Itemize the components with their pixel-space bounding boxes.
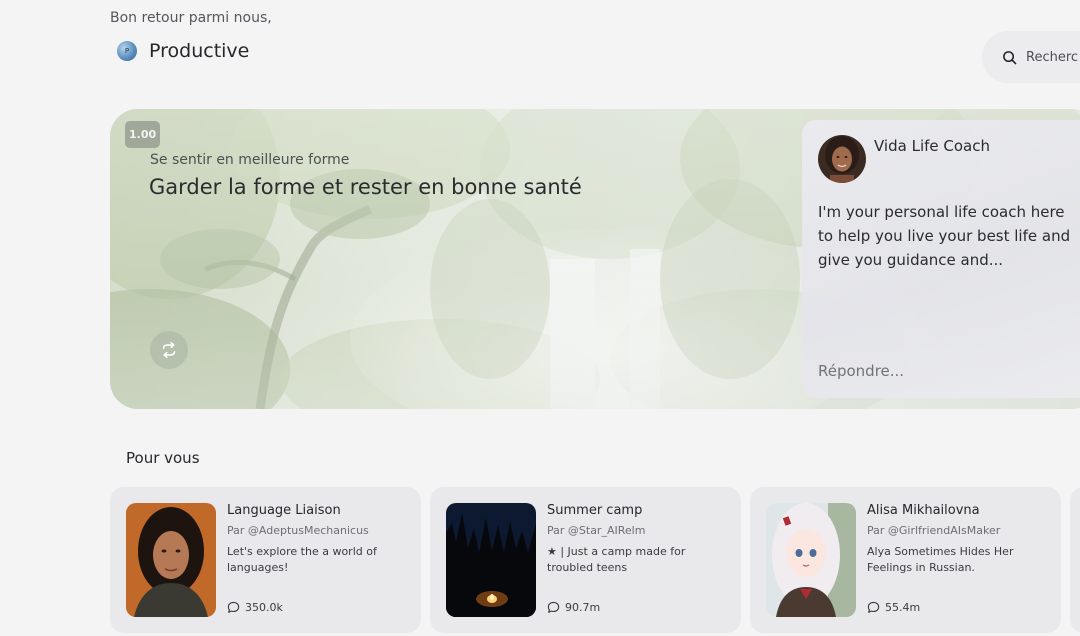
refresh-icon: [162, 341, 176, 359]
card-author[interactable]: Par @AdeptusMechanicus: [227, 524, 369, 537]
character-card[interactable]: Language Liaison Par @AdeptusMechanicus …: [110, 487, 421, 633]
card-stats: 90.7m: [547, 601, 600, 614]
card-title: Summer camp: [547, 503, 643, 518]
search-icon: [1003, 50, 1017, 64]
search-bar[interactable]: Recherc: [982, 31, 1080, 83]
refresh-button[interactable]: [150, 331, 188, 369]
card-stats-count: 350.0k: [245, 601, 283, 614]
hero-subtitle: Se sentir en meilleure forme: [150, 152, 350, 168]
character-image: [446, 503, 536, 617]
card-title: Alisa Mikhailovna: [867, 503, 980, 518]
card-title: Language Liaison: [227, 503, 341, 518]
section-title-for-you: Pour vous: [126, 449, 200, 467]
greeting-text: Bon retour parmi nous,: [110, 10, 272, 26]
user-profile[interactable]: P Productive: [117, 40, 249, 62]
rating-badge: 1.00: [125, 121, 161, 148]
character-image: [766, 503, 856, 617]
card-stats-count: 55.4m: [885, 601, 921, 614]
chat-bubble-icon: [867, 601, 880, 613]
card-description: Let's explore the a world of languages!: [227, 545, 377, 574]
search-input[interactable]: Recherc: [1026, 50, 1078, 65]
card-stats-count: 90.7m: [565, 601, 601, 614]
coach-avatar[interactable]: [818, 135, 866, 183]
card-stats: 55.4m: [867, 601, 920, 614]
card-stats: 350.0k: [227, 601, 283, 614]
username[interactable]: Productive: [149, 40, 249, 62]
hero-title[interactable]: Garder la forme et rester en bonne santé: [149, 175, 582, 199]
character-card[interactable]: Alisa Mikhailovna Par @GirlfriendAIsMake…: [750, 487, 1061, 633]
chat-bubble-icon: [547, 601, 560, 613]
featured-banner[interactable]: 1.00 Se sentir en meilleure forme Garder…: [110, 109, 1080, 409]
card-author[interactable]: Par @Star_AIRelm: [547, 524, 645, 537]
card-description: ★ | Just a camp made for troubled teens: [547, 545, 686, 574]
coach-name[interactable]: Vida Life Coach: [874, 137, 990, 155]
character-card[interactable]: Summer camp Par @Star_AIRelm ★ | Just a …: [430, 487, 741, 633]
character-card-partial[interactable]: [1070, 487, 1080, 633]
card-description: Alya Sometimes Hides Her Feelings in Rus…: [867, 545, 1014, 574]
coach-message: I'm your personal life coach here to hel…: [818, 203, 1071, 269]
reply-input[interactable]: Répondre...: [818, 362, 904, 380]
character-image: [126, 503, 216, 617]
card-author[interactable]: Par @GirlfriendAIsMaker: [867, 524, 1000, 537]
avatar-letter: P: [124, 47, 130, 55]
coach-chat-card[interactable]: Vida Life Coach I'm your personal life c…: [802, 120, 1080, 398]
chat-bubble-icon: [227, 601, 240, 613]
avatar[interactable]: P: [117, 41, 137, 61]
